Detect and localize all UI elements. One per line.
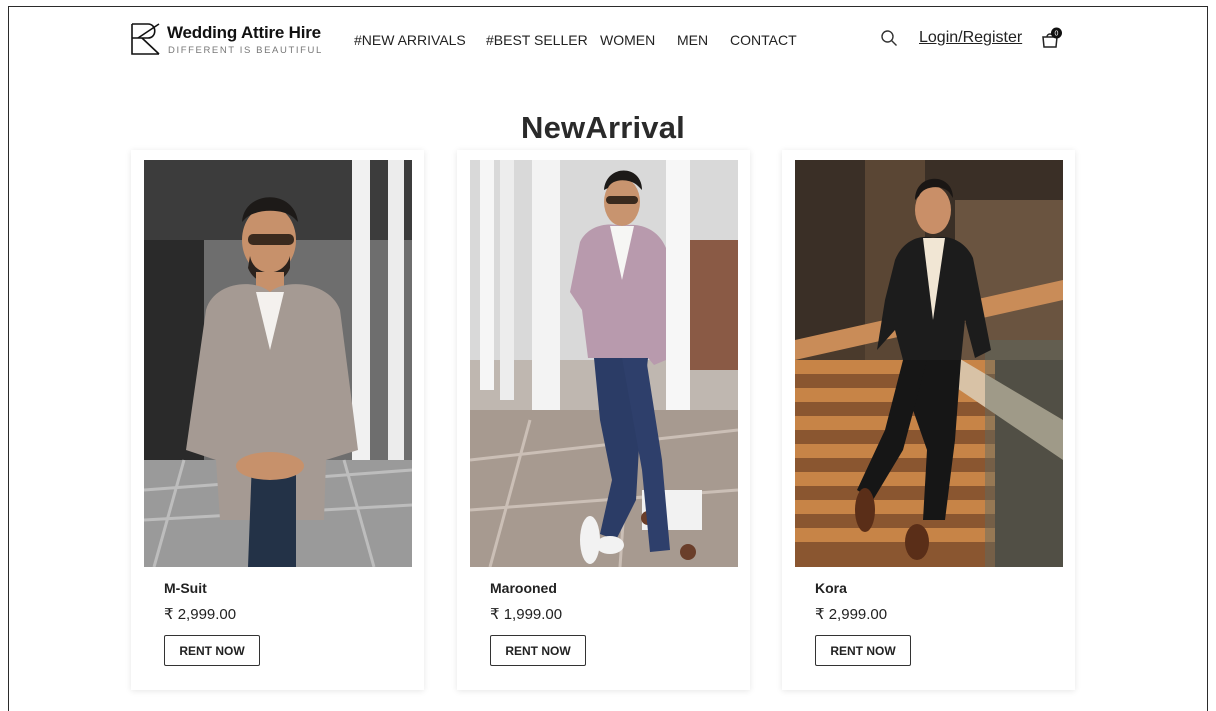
product-image[interactable] [144, 160, 412, 567]
cart-bag-icon[interactable]: 0 [1040, 27, 1064, 49]
product-name[interactable]: M-Suit [164, 580, 207, 596]
product-name[interactable]: Marooned [490, 580, 557, 596]
brand-name: Wedding Attire Hire [167, 23, 321, 42]
rent-now-button[interactable]: RENT NOW [164, 635, 260, 666]
search-icon[interactable] [880, 29, 898, 47]
rent-now-button[interactable]: RENT NOW [815, 635, 911, 666]
nav-item-men[interactable]: MEN [677, 32, 708, 48]
product-name[interactable]: Kora [815, 580, 847, 596]
logo-mark-icon [131, 23, 160, 55]
product-price: ₹ 2,999.00 [164, 606, 237, 623]
brand-logo[interactable]: Wedding Attire Hire DIFFERENT IS BEAUTIF… [130, 20, 330, 60]
section-title: NewArrival [521, 110, 685, 145]
product-price: ₹ 1,999.00 [490, 606, 563, 623]
product-card[interactable]: Marooned ₹ 1,999.00 RENT NOW [457, 150, 750, 690]
product-image[interactable] [795, 160, 1063, 567]
brand-tagline: DIFFERENT IS BEAUTIFUL [168, 45, 323, 56]
nav-item-contact[interactable]: CONTACT [730, 32, 797, 48]
product-price: ₹ 2,999.00 [815, 606, 888, 623]
site-header: Wedding Attire Hire DIFFERENT IS BEAUTIF… [0, 0, 1216, 75]
rent-now-button[interactable]: RENT NOW [490, 635, 586, 666]
nav-item-best-seller[interactable]: #BEST SELLER [486, 32, 588, 48]
product-card[interactable]: M-Suit ₹ 2,999.00 RENT NOW [131, 150, 424, 690]
cart-count: 0 [1055, 30, 1059, 37]
login-register-link[interactable]: Login/Register [919, 29, 1022, 47]
product-image[interactable] [470, 160, 738, 567]
nav-item-women[interactable]: WOMEN [600, 32, 655, 48]
product-card[interactable]: Kora ₹ 2,999.00 RENT NOW [782, 150, 1075, 690]
nav-item-new-arrivals[interactable]: #NEW ARRIVALS [354, 32, 466, 48]
